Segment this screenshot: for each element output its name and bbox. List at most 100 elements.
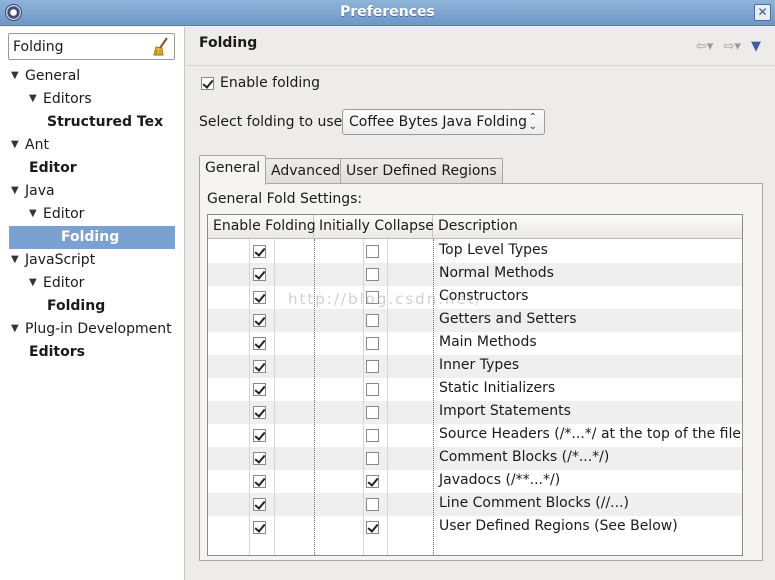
tree-item[interactable]: Structured Tex [47,111,163,134]
initially-collapse-checkbox[interactable] [366,360,379,373]
column-enable-folding[interactable]: Enable Folding [208,215,316,239]
tree-item[interactable]: Folding [9,226,175,249]
updown-chevron-icon: ⌃ ⌄ [528,112,537,132]
initially-collapse-checkbox[interactable] [366,521,379,534]
row-description: Inner Types [439,357,520,373]
view-menu-icon[interactable]: ▼ [751,39,761,54]
filter-input[interactable] [13,37,151,57]
header-separator [186,65,775,66]
table-row[interactable]: Constructors [208,286,742,309]
expand-arrow-icon[interactable]: ▼ [11,180,21,202]
tree-item-label: Folding [61,229,120,245]
close-icon: ✕ [757,5,768,19]
expand-arrow-icon[interactable]: ▼ [29,203,39,225]
enable-folding-checkbox[interactable] [253,291,266,304]
tree-item[interactable]: ▼ Ant [11,134,49,157]
row-description: User Defined Regions (See Below) [439,518,678,534]
tree-item-label: Editor [43,275,85,291]
tree-item-label: Editors [29,344,85,360]
tab-user-defined-regions[interactable]: User Defined Regions [340,158,503,184]
row-description: Source Headers (/*...*/ at the top of th… [439,426,743,442]
tree-item[interactable]: Editors [29,341,85,364]
tree-item[interactable]: ▼ Plug-in Development [11,318,172,341]
row-description: Normal Methods [439,265,554,281]
table-row[interactable]: Line Comment Blocks (//...) [208,493,742,516]
initially-collapse-checkbox[interactable] [366,268,379,281]
page-header: Folding ⇦▾ ⇨▾ ▼ [186,27,775,61]
tree-item[interactable]: ▼ General [11,65,80,88]
enable-folding-checkbox[interactable] [253,498,266,511]
initially-collapse-checkbox[interactable] [366,383,379,396]
tree-item[interactable]: ▼ Java [11,180,55,203]
folding-select-row: Select folding to use: Coffee Bytes Java… [199,109,545,137]
enable-folding-checkbox[interactable] [253,521,266,534]
filter-box [8,33,175,60]
table-row[interactable]: Source Headers (/*...*/ at the top of th… [208,424,743,447]
folding-type-value: Coffee Bytes Java Folding [349,114,527,130]
initially-collapse-checkbox[interactable] [366,498,379,511]
expand-arrow-icon[interactable]: ▼ [11,249,21,271]
enable-folding-checkbox[interactable] [253,337,266,350]
tab-advanced[interactable]: Advanced [265,158,347,184]
enable-folding-checkbox[interactable] [201,76,214,90]
tab-general[interactable]: General [199,155,267,185]
table-row[interactable]: Static Initializers [208,378,742,401]
initially-collapse-checkbox[interactable] [366,452,379,465]
expand-arrow-icon[interactable]: ▼ [11,134,21,156]
table-header: Enable Folding Initially Collapse Descri… [208,215,742,239]
row-description: Top Level Types [439,242,548,258]
tree-item[interactable]: ▼ Editor [29,272,84,295]
initially-collapse-checkbox[interactable] [366,245,379,258]
initially-collapse-checkbox[interactable] [366,291,379,304]
enable-folding-checkbox[interactable] [253,452,266,465]
enable-folding-checkbox[interactable] [253,429,266,442]
folding-type-select[interactable]: Coffee Bytes Java Folding ⌃ ⌄ [342,109,545,135]
initially-collapse-checkbox[interactable] [366,429,379,442]
clear-filter-icon[interactable] [152,37,170,57]
column-description[interactable]: Description [433,215,742,239]
initially-collapse-checkbox[interactable] [366,475,379,488]
initially-collapse-checkbox[interactable] [366,406,379,419]
tree-item-label: General [25,68,81,84]
table-row[interactable]: Import Statements [208,401,742,424]
enable-folding-checkbox[interactable] [253,268,266,281]
enable-folding-checkbox[interactable] [253,245,266,258]
forward-arrow-icon[interactable]: ⇨▾ [723,39,740,54]
table-row[interactable]: Main Methods [208,332,742,355]
column-initially-collapse[interactable]: Initially Collapse [314,215,434,239]
enable-folding-label: Enable folding [220,75,321,91]
table-row[interactable]: Javadocs (/**...*/) [208,470,742,493]
tree-item[interactable]: Folding [47,295,105,318]
enable-folding-checkbox[interactable] [253,383,266,396]
table-row[interactable]: Normal Methods [208,263,742,286]
table-row[interactable]: Top Level Types [208,240,742,263]
tree-item-label: Java [25,183,55,199]
tree-item[interactable]: ▼ Editors [29,88,92,111]
enable-folding-option[interactable]: Enable folding [201,75,320,95]
back-arrow-icon[interactable]: ⇦▾ [696,39,713,54]
enable-folding-checkbox[interactable] [253,360,266,373]
table-row[interactable]: Comment Blocks (/*...*/) [208,447,742,470]
page-navigation: ⇦▾ ⇨▾ ▼ [690,39,761,54]
table-row[interactable]: Inner Types [208,355,742,378]
tree-item[interactable]: Editor [29,157,77,180]
initially-collapse-checkbox[interactable] [366,337,379,350]
close-button[interactable]: ✕ [754,4,771,21]
table-row[interactable]: Getters and Setters [208,309,742,332]
expand-arrow-icon[interactable]: ▼ [11,65,21,87]
enable-folding-checkbox[interactable] [253,475,266,488]
tree-item-label: Editor [43,206,85,222]
tree-item[interactable]: ▼ JavaScript [11,249,95,272]
expand-arrow-icon[interactable]: ▼ [29,88,39,110]
enable-folding-checkbox[interactable] [253,314,266,327]
expand-arrow-icon[interactable]: ▼ [29,272,39,294]
tree-item[interactable]: ▼ Editor [29,203,84,226]
initially-collapse-checkbox[interactable] [366,314,379,327]
enable-folding-checkbox[interactable] [253,406,266,419]
fold-settings-label: General Fold Settings: [207,191,363,207]
fold-settings-table: Enable Folding Initially Collapse Descri… [207,214,743,556]
expand-arrow-icon[interactable]: ▼ [11,318,21,340]
table-row[interactable]: User Defined Regions (See Below) [208,516,742,539]
row-description: Constructors [439,288,529,304]
row-description: Static Initializers [439,380,556,396]
